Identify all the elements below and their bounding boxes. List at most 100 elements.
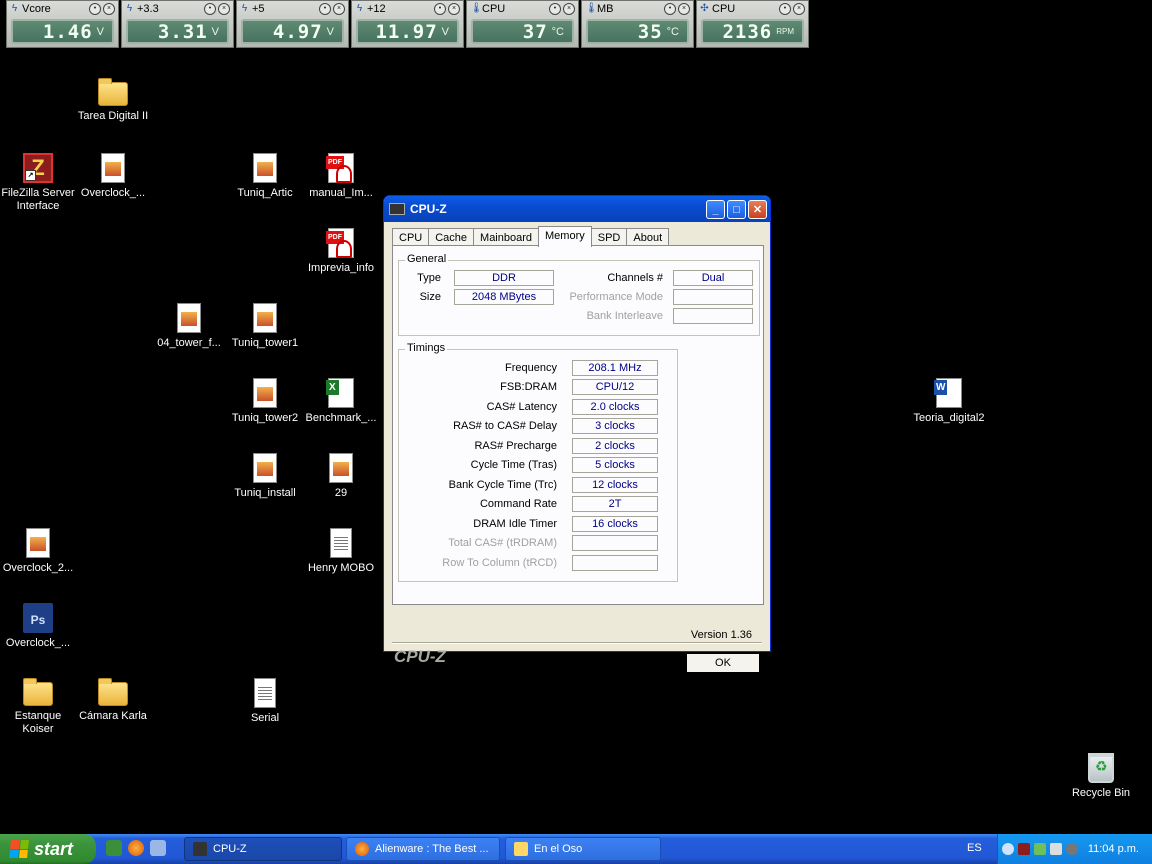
desktop-icon-label: Estanque Koiser bbox=[14, 710, 62, 735]
timing-value: CPU/12 bbox=[572, 379, 658, 395]
firefox-icon[interactable] bbox=[128, 840, 144, 856]
performance-mode-value bbox=[673, 289, 753, 305]
gadget-unit: °C bbox=[666, 25, 679, 38]
tab-memory[interactable]: Memory bbox=[538, 226, 592, 247]
task-alienware[interactable]: Alienware : The Best ... bbox=[346, 837, 500, 861]
gadget-unit: V bbox=[326, 25, 334, 38]
volume-icon[interactable] bbox=[1050, 843, 1062, 855]
gadget-mb-temp[interactable]: 🌡 MB • × 35 °C bbox=[581, 0, 694, 48]
close-button[interactable]: ✕ bbox=[748, 199, 767, 219]
timing-label: RAS# Precharge bbox=[474, 440, 557, 452]
minimize-button[interactable]: _ bbox=[706, 199, 725, 219]
filezilla-tray-icon[interactable] bbox=[1018, 843, 1030, 855]
gadget-name: +3.3 bbox=[137, 2, 159, 15]
gadget-5v[interactable]: ϟ +5 • × 4.97 V bbox=[236, 0, 349, 48]
title-bar[interactable]: CPU-Z _ □ ✕ bbox=[384, 196, 770, 222]
gadget-cpu-temp[interactable]: 🌡 CPU • × 37 °C bbox=[466, 0, 579, 48]
close-icon[interactable]: × bbox=[218, 2, 230, 15]
word-document-icon bbox=[934, 378, 962, 408]
desktop-icon-label: 29 bbox=[334, 487, 348, 499]
close-icon[interactable]: × bbox=[563, 2, 575, 15]
close-icon[interactable]: × bbox=[678, 2, 690, 15]
desktop-icon-henry-mobo[interactable]: Henry MOBO bbox=[303, 528, 379, 575]
gadget-value: 37 bbox=[522, 20, 548, 43]
desktop-icon-recycle-bin[interactable]: Recycle Bin bbox=[1063, 753, 1139, 800]
timing-value bbox=[572, 555, 658, 571]
desktop-icon-04-tower[interactable]: 04_tower_f... bbox=[151, 303, 227, 350]
desktop-icon-teoria-digital2[interactable]: Teoria_digital2 bbox=[911, 378, 987, 425]
settings-icon[interactable]: • bbox=[204, 2, 216, 15]
desktop-icon-tuniq-tower1[interactable]: Tuniq_tower1 bbox=[227, 303, 303, 350]
desktop-icon-overclock-psd[interactable]: Ps Overclock_... bbox=[0, 603, 76, 650]
cpuz-app-icon[interactable] bbox=[389, 203, 405, 215]
settings-icon[interactable]: • bbox=[664, 2, 676, 15]
settings-icon[interactable]: • bbox=[434, 2, 446, 15]
hardware-monitor-gadgets: ϟ Vcore • × 1.46 V ϟ +3.3 • × 3.31 V ϟ +5 • × 4.97 V… bbox=[6, 0, 811, 50]
gadget-vcore[interactable]: ϟ Vcore • × 1.46 V bbox=[6, 0, 119, 48]
desktop-icon-manual[interactable]: manual_Im... bbox=[303, 153, 379, 200]
gadget-3v3[interactable]: ϟ +3.3 • × 3.31 V bbox=[121, 0, 234, 48]
close-icon[interactable]: × bbox=[448, 2, 460, 15]
task-en-el-oso[interactable]: En el Oso bbox=[505, 837, 661, 861]
task-cpuz[interactable]: CPU-Z bbox=[184, 837, 342, 861]
cpuz-app-icon bbox=[193, 842, 207, 856]
desktop-icon-tuniq-install[interactable]: Tuniq_install bbox=[227, 453, 303, 500]
settings-icon[interactable]: • bbox=[89, 2, 101, 15]
clock[interactable]: 11:04 p.m. bbox=[1088, 843, 1139, 855]
desktop-icon-camara-karla[interactable]: Cámara Karla bbox=[75, 678, 151, 723]
gadget-12v[interactable]: ϟ +12 • × 11.97 V bbox=[351, 0, 464, 48]
close-icon[interactable]: × bbox=[333, 2, 345, 15]
desktop-icon-tuniq-artic[interactable]: Tuniq_Artic bbox=[227, 153, 303, 200]
desktop-icon-benchmark[interactable]: Benchmark_... bbox=[303, 378, 379, 425]
desktop-icon-label: Henry MOBO bbox=[307, 562, 374, 574]
show-desktop-icon[interactable] bbox=[106, 840, 122, 856]
gadget-name: +12 bbox=[367, 2, 386, 15]
image-file-icon bbox=[253, 453, 277, 483]
timing-value: 3 clocks bbox=[572, 418, 658, 434]
gadget-value: 1.46 bbox=[42, 20, 93, 43]
desktop-icon-overclock[interactable]: Overclock_... bbox=[75, 153, 151, 200]
maximize-button[interactable]: □ bbox=[727, 199, 746, 219]
network-icon[interactable] bbox=[1034, 843, 1046, 855]
desktop-icon-imprevia[interactable]: Imprevia_info bbox=[303, 228, 379, 275]
desktop-icon-estanque-koiser[interactable]: Estanque Koiser bbox=[0, 678, 76, 736]
timing-value bbox=[572, 535, 658, 551]
settings-icon[interactable]: • bbox=[779, 2, 791, 15]
task-label: Alienware : The Best ... bbox=[375, 843, 489, 855]
image-file-icon bbox=[101, 153, 125, 183]
image-file-icon bbox=[253, 378, 277, 408]
desktop-icon-tuniq-tower2[interactable]: Tuniq_tower2 bbox=[227, 378, 303, 425]
lightning-icon: ϟ bbox=[356, 3, 363, 14]
quick-launch bbox=[106, 840, 172, 856]
gadget-unit: V bbox=[96, 25, 104, 38]
system-tray: 11:04 p.m. bbox=[997, 834, 1152, 864]
desktop-icon-serial[interactable]: Serial bbox=[227, 678, 303, 725]
timing-value: 208.1 MHz bbox=[572, 360, 658, 376]
window-client: CPU Cache Mainboard Memory SPD About Gen… bbox=[388, 224, 766, 673]
desktop-icon-29[interactable]: 29 bbox=[303, 453, 379, 500]
gadget-value: 2136 bbox=[722, 20, 773, 43]
desktop-icon-label: Tuniq_tower1 bbox=[231, 337, 299, 349]
settings-icon[interactable]: • bbox=[319, 2, 331, 15]
security-icon[interactable] bbox=[1066, 843, 1078, 855]
media-player-icon[interactable] bbox=[150, 840, 166, 856]
lightning-icon: ϟ bbox=[126, 3, 133, 14]
language-indicator[interactable]: ES bbox=[967, 842, 982, 854]
close-icon[interactable]: × bbox=[793, 2, 805, 15]
close-icon[interactable]: × bbox=[103, 2, 115, 15]
desktop-icon-tarea-digital[interactable]: Tarea Digital II bbox=[75, 78, 151, 123]
performance-mode-label: Performance Mode bbox=[569, 291, 663, 303]
excel-icon bbox=[326, 378, 354, 408]
ok-button[interactable]: OK bbox=[686, 653, 760, 673]
desktop-icon-overclock2[interactable]: Overclock_2... bbox=[0, 528, 76, 575]
start-button[interactable]: start bbox=[0, 834, 96, 864]
gadget-value: 4.97 bbox=[272, 20, 323, 43]
show-hidden-icons-chevron-icon[interactable] bbox=[1002, 843, 1014, 855]
timing-value: 2.0 clocks bbox=[572, 399, 658, 415]
desktop-icon-label: Imprevia_info bbox=[307, 262, 375, 274]
cpuz-window: CPU-Z _ □ ✕ CPU Cache Mainboard Memory S… bbox=[383, 195, 771, 673]
gadget-cpu-fan[interactable]: ✣ CPU • × 2136 RPM bbox=[696, 0, 809, 48]
desktop-icon-filezilla[interactable]: Z ↗ FileZilla Server Interface bbox=[0, 153, 76, 213]
settings-icon[interactable]: • bbox=[549, 2, 561, 15]
desktop-icon-label: manual_Im... bbox=[309, 187, 373, 199]
